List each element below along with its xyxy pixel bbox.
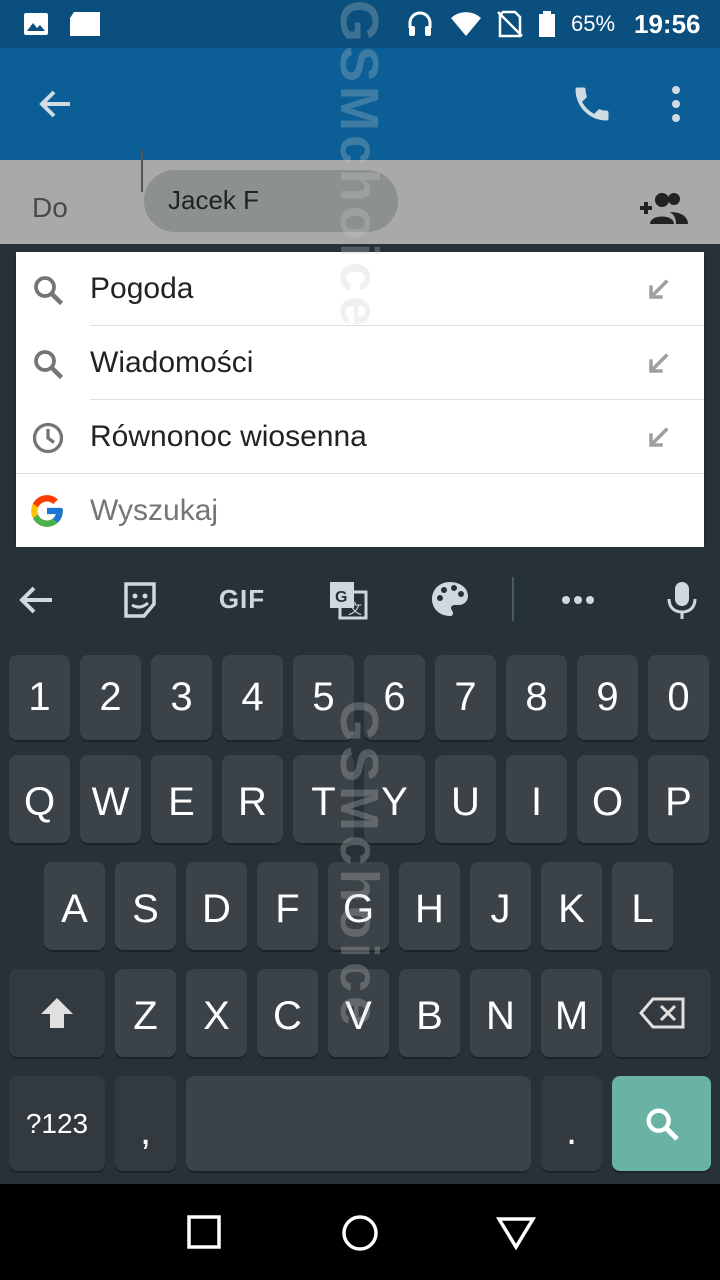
battery-icon xyxy=(539,11,555,37)
insert-arrow-icon[interactable] xyxy=(644,276,672,304)
navigation-bar xyxy=(0,1184,720,1280)
back-arrow-icon[interactable] xyxy=(14,578,58,622)
key-u[interactable]: U xyxy=(435,755,496,843)
key-3[interactable]: 3 xyxy=(151,655,212,740)
recents-square-icon[interactable] xyxy=(186,1214,222,1250)
phone-icon[interactable] xyxy=(570,82,614,126)
key-l[interactable]: L xyxy=(612,862,673,950)
arrow-back-icon[interactable] xyxy=(36,84,76,124)
sd-card-icon xyxy=(70,12,100,36)
key-7[interactable]: 7 xyxy=(435,655,496,740)
key-n[interactable]: N xyxy=(470,969,531,1057)
search-icon xyxy=(34,350,64,380)
key-h[interactable]: H xyxy=(399,862,460,950)
key-q[interactable]: Q xyxy=(9,755,70,843)
key-4[interactable]: 4 xyxy=(222,655,283,740)
home-circle-icon[interactable] xyxy=(340,1213,380,1253)
key-1[interactable]: 1 xyxy=(9,655,70,740)
insert-arrow-icon[interactable] xyxy=(644,350,672,378)
google-g-icon xyxy=(31,495,63,527)
suggestion-item[interactable]: Równonoc wiosenna xyxy=(16,400,704,474)
back-triangle-icon[interactable] xyxy=(496,1216,536,1250)
key-a[interactable]: A xyxy=(44,862,105,950)
add-contacts-icon[interactable] xyxy=(636,188,690,228)
key-2[interactable]: 2 xyxy=(80,655,141,740)
clock: 19:56 xyxy=(634,9,701,39)
watermark: GSMchoice xyxy=(329,0,389,331)
wifi-icon xyxy=(451,12,481,37)
key-j[interactable]: J xyxy=(470,862,531,950)
key-8[interactable]: 8 xyxy=(506,655,567,740)
recipient-chip-text: Jacek F xyxy=(168,185,260,215)
battery-percent: 65% xyxy=(571,11,616,36)
key-i[interactable]: I xyxy=(506,755,567,843)
insert-arrow-icon[interactable] xyxy=(644,424,672,452)
symbols-key[interactable]: ?123 xyxy=(9,1076,105,1171)
google-search-row[interactable]: Wyszukaj xyxy=(16,474,704,548)
gallery-icon xyxy=(24,13,48,35)
to-label: Do xyxy=(32,192,68,223)
period-key[interactable]: . xyxy=(541,1076,602,1171)
history-icon xyxy=(32,422,64,454)
key-m[interactable]: M xyxy=(541,969,602,1057)
more-horiz-icon[interactable] xyxy=(556,578,600,622)
sticker-icon[interactable] xyxy=(118,578,162,622)
key-r[interactable]: R xyxy=(222,755,283,843)
backspace-key[interactable] xyxy=(612,969,711,1057)
key-o[interactable]: O xyxy=(577,755,638,843)
no-sim-icon xyxy=(497,10,523,38)
key-9[interactable]: 9 xyxy=(577,655,638,740)
shift-key[interactable] xyxy=(9,969,105,1057)
suggestion-text: Pogoda xyxy=(90,272,194,305)
svg-text:文: 文 xyxy=(348,601,362,617)
key-z[interactable]: Z xyxy=(115,969,176,1057)
key-k[interactable]: K xyxy=(541,862,602,950)
key-0[interactable]: 0 xyxy=(648,655,709,740)
search-action-key[interactable] xyxy=(612,1076,711,1171)
watermark: GSMchoice xyxy=(329,700,389,1031)
search-icon xyxy=(646,1108,679,1141)
key-d[interactable]: D xyxy=(186,862,247,950)
shift-icon xyxy=(41,998,73,1028)
suggestion-text: Równonoc wiosenna xyxy=(90,420,367,453)
key-s[interactable]: S xyxy=(115,862,176,950)
gif-icon[interactable]: GIF xyxy=(212,584,272,614)
toolbar-divider xyxy=(512,577,514,621)
key-p[interactable]: P xyxy=(648,755,709,843)
suggestion-item[interactable]: Wiadomości xyxy=(16,326,704,400)
backspace-icon xyxy=(639,997,685,1029)
mic-icon[interactable] xyxy=(660,578,704,622)
headset-icon xyxy=(408,11,432,36)
key-x[interactable]: X xyxy=(186,969,247,1057)
translate-icon[interactable]: G 文 xyxy=(326,578,370,622)
key-b[interactable]: B xyxy=(399,969,460,1057)
key-f[interactable]: F xyxy=(257,862,318,950)
google-search-placeholder: Wyszukaj xyxy=(90,494,219,527)
search-icon xyxy=(34,276,64,306)
key-e[interactable]: E xyxy=(151,755,212,843)
more-vert-icon[interactable] xyxy=(664,84,688,124)
comma-key[interactable]: , xyxy=(115,1076,176,1171)
text-cursor xyxy=(141,150,143,192)
svg-text:G: G xyxy=(335,589,347,606)
key-w[interactable]: W xyxy=(80,755,141,843)
palette-icon[interactable] xyxy=(428,578,472,622)
key-c[interactable]: C xyxy=(257,969,318,1057)
suggestion-text: Wiadomości xyxy=(90,346,254,379)
space-key[interactable] xyxy=(186,1076,531,1171)
